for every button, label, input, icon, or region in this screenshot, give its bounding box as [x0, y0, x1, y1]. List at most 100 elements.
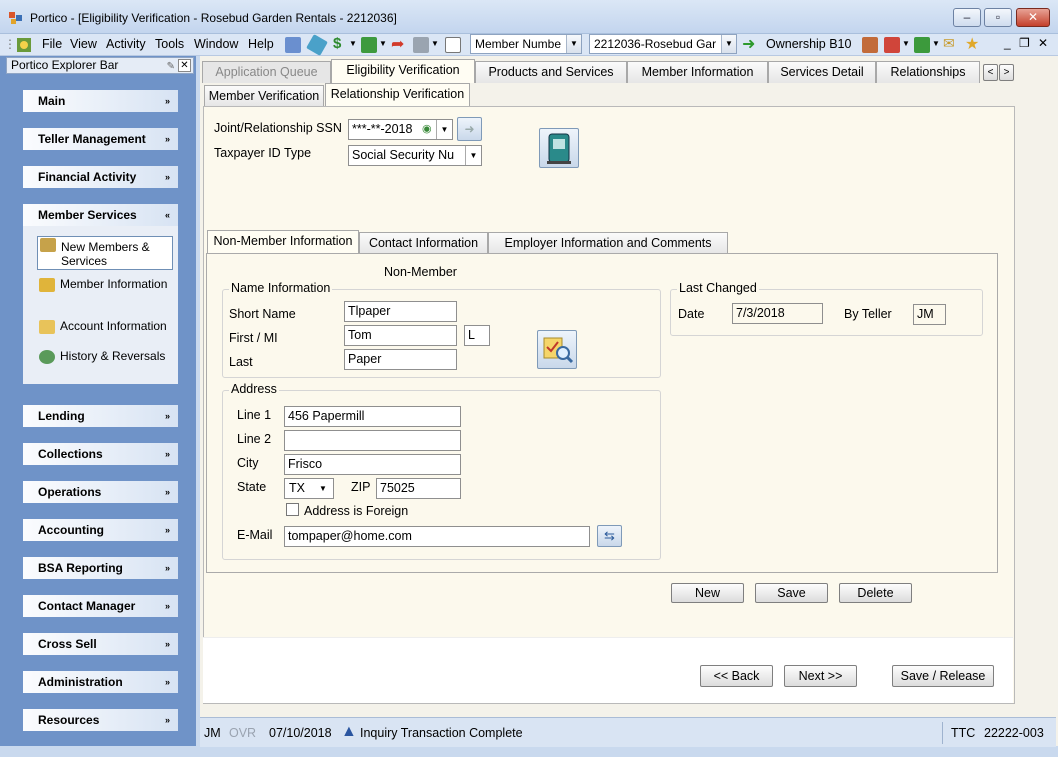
- name-lookup-button[interactable]: [537, 330, 577, 369]
- tab-relationships[interactable]: Relationships: [876, 61, 980, 83]
- eye-icon[interactable]: ◉: [422, 120, 432, 139]
- search-type-select[interactable]: Member Numbe ▼: [470, 34, 582, 54]
- zip-input[interactable]: 75025: [376, 478, 461, 499]
- go-arrow-icon[interactable]: ➜: [742, 34, 755, 54]
- section-member-services[interactable]: Member Services «: [23, 204, 178, 226]
- menu-view[interactable]: View: [70, 37, 97, 51]
- email-send-icon[interactable]: ⇆: [597, 525, 622, 547]
- save-release-button[interactable]: Save / Release: [892, 665, 994, 687]
- section-resources[interactable]: Resources »: [23, 709, 178, 731]
- member-select[interactable]: 2212036-Rosebud Gar ▼: [589, 34, 737, 54]
- explorer-close-icon[interactable]: ✕: [178, 59, 191, 72]
- tab-application-queue[interactable]: Application Queue: [202, 61, 331, 83]
- forward-arrow-icon[interactable]: ➦: [391, 34, 404, 54]
- chevron-down-icon[interactable]: »: [165, 128, 170, 150]
- people-icon[interactable]: [862, 37, 878, 53]
- menu-tools[interactable]: Tools: [155, 37, 184, 51]
- tab-employer-information[interactable]: Employer Information and Comments: [488, 232, 728, 254]
- delete-button[interactable]: Delete: [839, 583, 912, 603]
- last-name-input[interactable]: Paper: [344, 349, 457, 370]
- mdi-minimize-button[interactable]: _: [1004, 36, 1011, 50]
- minimize-button[interactable]: –: [953, 8, 981, 27]
- calculator-icon[interactable]: [285, 37, 301, 53]
- nav-account-information[interactable]: Account Information: [37, 319, 173, 335]
- address-line2-input[interactable]: [284, 430, 461, 451]
- menu-activity[interactable]: Activity: [106, 37, 146, 51]
- id-scanner-button[interactable]: [539, 128, 579, 168]
- chevron-down-icon[interactable]: ▼: [436, 120, 452, 139]
- tab-scroll-right[interactable]: >: [999, 64, 1014, 81]
- new-button[interactable]: New: [671, 583, 744, 603]
- transfer-icon[interactable]: [884, 37, 900, 53]
- section-contact-manager[interactable]: Contact Manager »: [23, 595, 178, 617]
- save-button[interactable]: Save: [755, 583, 828, 603]
- address-foreign-checkbox[interactable]: [286, 503, 299, 516]
- dollar-dropdown-icon[interactable]: ▼: [349, 39, 357, 48]
- menu-file[interactable]: File: [42, 37, 62, 51]
- nav-member-information[interactable]: Member Information: [37, 277, 173, 307]
- next-button[interactable]: Next >>: [784, 665, 857, 687]
- bag-dropdown-icon[interactable]: ▼: [932, 39, 940, 48]
- tab-eligibility-verification[interactable]: Eligibility Verification: [331, 59, 475, 83]
- chevron-down-icon[interactable]: »: [165, 671, 170, 693]
- pin-icon[interactable]: ✎: [167, 59, 175, 74]
- close-button[interactable]: ✕: [1016, 8, 1050, 27]
- cash-icon[interactable]: [361, 37, 377, 53]
- email-input[interactable]: tompaper@home.com: [284, 526, 590, 547]
- first-name-input[interactable]: Tom: [344, 325, 457, 346]
- nav-history-reversals[interactable]: History & Reversals: [37, 349, 173, 379]
- tab-products-services[interactable]: Products and Services: [475, 61, 627, 83]
- taxid-select[interactable]: Social Security Nu ▼: [348, 145, 482, 166]
- chevron-down-icon[interactable]: »: [165, 633, 170, 655]
- chevron-up-icon[interactable]: «: [165, 204, 170, 226]
- tag-icon[interactable]: [306, 34, 328, 56]
- portico-toolbar-icon[interactable]: [16, 37, 32, 53]
- chevron-down-icon[interactable]: »: [165, 166, 170, 188]
- section-accounting[interactable]: Accounting »: [23, 519, 178, 541]
- chevron-down-icon[interactable]: »: [165, 519, 170, 541]
- bag-icon[interactable]: [914, 37, 930, 53]
- tab-member-information[interactable]: Member Information: [627, 61, 768, 83]
- section-cross-sell[interactable]: Cross Sell »: [23, 633, 178, 655]
- city-input[interactable]: Frisco: [284, 454, 461, 475]
- mdi-restore-button[interactable]: ❐: [1019, 36, 1030, 50]
- short-name-input[interactable]: Tlpaper: [344, 301, 457, 322]
- tab-services-detail[interactable]: Services Detail: [768, 61, 876, 83]
- page-icon[interactable]: [445, 37, 461, 53]
- middle-initial-input[interactable]: L: [464, 325, 490, 346]
- transfer-dropdown-icon[interactable]: ▼: [902, 39, 910, 48]
- menu-window[interactable]: Window: [194, 37, 238, 51]
- mail-icon[interactable]: ✉: [943, 35, 955, 52]
- cash-dropdown-icon[interactable]: ▼: [379, 39, 387, 48]
- favorites-star-icon[interactable]: ★: [965, 34, 979, 54]
- mdi-close-button[interactable]: ✕: [1038, 36, 1048, 50]
- chevron-down-icon[interactable]: »: [165, 709, 170, 731]
- tab-contact-information[interactable]: Contact Information: [359, 232, 488, 254]
- chevron-down-icon[interactable]: ▼: [465, 146, 481, 165]
- section-operations[interactable]: Operations »: [23, 481, 178, 503]
- chevron-down-icon[interactable]: ▼: [721, 35, 736, 53]
- restore-button[interactable]: ▫: [984, 8, 1012, 27]
- chevron-down-icon[interactable]: ▼: [319, 479, 327, 498]
- go-right-arrow-icon[interactable]: ➜: [457, 117, 482, 141]
- chevron-down-icon[interactable]: »: [165, 595, 170, 617]
- ssn-select[interactable]: ***-**-2018 ◉ ▼: [348, 119, 453, 140]
- tab-scroll-left[interactable]: <: [983, 64, 998, 81]
- chevron-down-icon[interactable]: »: [165, 443, 170, 465]
- nav-new-members-services[interactable]: New Members & Services: [37, 236, 173, 270]
- chevron-down-icon[interactable]: »: [165, 557, 170, 579]
- chevron-down-icon[interactable]: »: [165, 90, 170, 112]
- chevron-down-icon[interactable]: »: [165, 481, 170, 503]
- section-financial-activity[interactable]: Financial Activity »: [23, 166, 178, 188]
- address-line1-input[interactable]: 456 Papermill: [284, 406, 461, 427]
- dollar-icon[interactable]: $: [333, 35, 341, 52]
- menu-help[interactable]: Help: [248, 37, 274, 51]
- section-teller-management[interactable]: Teller Management »: [23, 128, 178, 150]
- tab-non-member-information[interactable]: Non-Member Information: [207, 230, 359, 254]
- section-administration[interactable]: Administration »: [23, 671, 178, 693]
- tab-member-verification[interactable]: Member Verification: [204, 85, 324, 106]
- printer-dropdown-icon[interactable]: ▼: [431, 39, 439, 48]
- printer-icon[interactable]: [413, 37, 429, 53]
- chevron-down-icon[interactable]: ▼: [566, 35, 581, 53]
- tab-relationship-verification[interactable]: Relationship Verification: [325, 83, 470, 106]
